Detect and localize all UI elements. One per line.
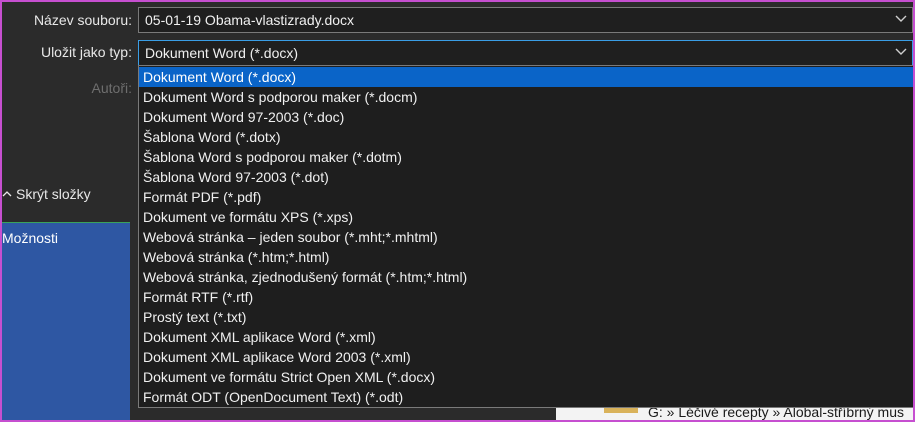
file-type-option[interactable]: Dokument XML aplikace Word 2003 (*.xml) (139, 347, 914, 367)
file-type-option[interactable]: Webová stránka – jeden soubor (*.mht;*.m… (139, 227, 914, 247)
file-type-option[interactable]: Dokument XML aplikace Word (*.xml) (139, 327, 914, 347)
chevron-up-icon (2, 191, 12, 197)
file-name-value: 05-01-19 Obama-vlastizrady.docx (145, 12, 355, 28)
file-type-option[interactable]: Prostý text (*.txt) (139, 307, 914, 327)
file-type-option[interactable]: Dokument Word s podporou maker (*.docm) (139, 87, 914, 107)
file-type-dropdown[interactable]: Dokument Word (*.docx) Dokument Word s po… (138, 65, 915, 408)
authors-label: Autoři: (91, 80, 132, 96)
file-type-option[interactable]: Šablona Word s podporou maker (*.dotm) (139, 147, 914, 167)
divider (0, 222, 130, 223)
options-button[interactable]: Možnosti (2, 230, 58, 246)
file-name-label: Název souboru: (33, 12, 132, 28)
hide-folders-label: Skrýt složky (16, 186, 91, 202)
file-type-option[interactable]: Webová stránka, zjednodušený formát (*.h… (139, 267, 914, 287)
file-type-option[interactable]: Formát ODT (OpenDocument Text) (*.odt) (139, 387, 914, 407)
options-panel (0, 222, 130, 420)
file-type-option[interactable]: Dokument ve formátu XPS (*.xps) (139, 207, 914, 227)
file-type-option[interactable]: Šablona Word 97-2003 (*.dot) (139, 167, 914, 187)
file-type-option[interactable]: Dokument Word 97-2003 (*.doc) (139, 107, 914, 127)
save-type-value: Dokument Word (*.docx) (145, 45, 299, 61)
hide-folders-button[interactable]: Skrýt složky (2, 186, 91, 202)
chevron-down-icon[interactable] (894, 44, 908, 58)
file-type-option[interactable]: Webová stránka (*.htm;*.html) (139, 247, 914, 267)
file-type-option[interactable]: Formát RTF (*.rtf) (139, 287, 914, 307)
file-type-option[interactable]: Formát PDF (*.pdf) (139, 187, 914, 207)
save-type-label: Uložit jako typ: (40, 44, 132, 60)
save-type-select[interactable]: Dokument Word (*.docx) (138, 40, 913, 66)
file-type-option[interactable]: Dokument ve formátu Strict Open XML (*.d… (139, 367, 914, 387)
chevron-down-icon[interactable] (894, 11, 908, 25)
file-name-input[interactable]: 05-01-19 Obama-vlastizrady.docx (138, 7, 913, 33)
file-type-option[interactable]: Dokument Word (*.docx) (139, 67, 914, 87)
file-type-option[interactable]: Šablona Word (*.dotx) (139, 127, 914, 147)
